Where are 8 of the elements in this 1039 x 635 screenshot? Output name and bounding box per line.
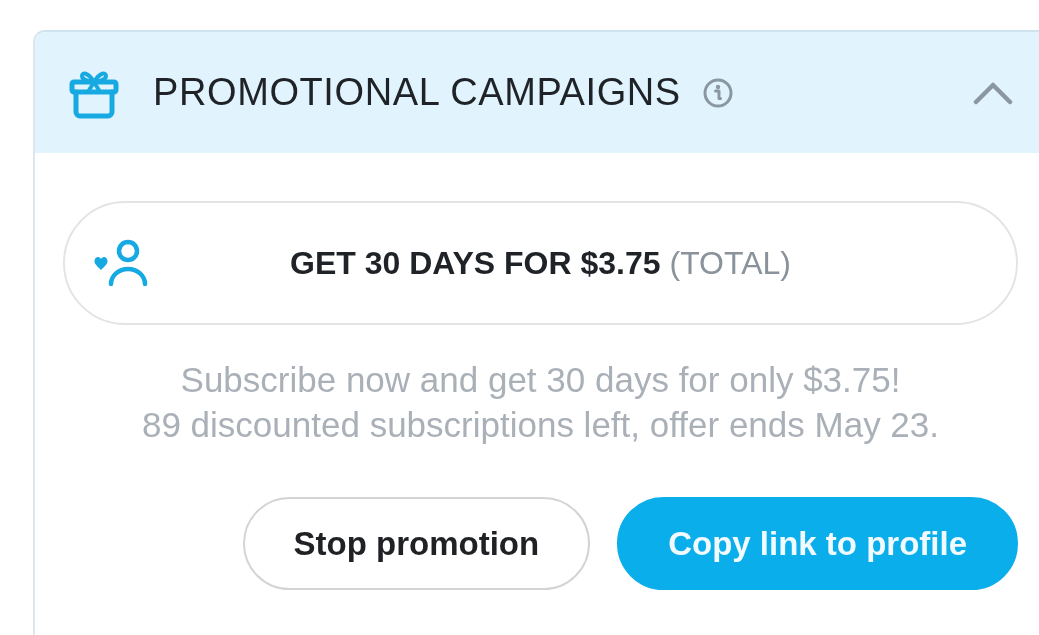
chevron-icon[interactable]	[973, 80, 1013, 105]
offer-description: Subscribe now and get 30 days for only $3.75!	[180, 359, 901, 401]
stop-promotion-button[interactable]: Stop promotion	[242, 497, 591, 590]
info-icon[interactable]	[702, 77, 733, 108]
person-heart-icon	[92, 239, 148, 287]
panel-title: PROMOTIONAL CAMPAIGNS	[153, 71, 681, 114]
offer-title: GET 30 DAYS FOR $3.75 (TOTAL)	[290, 244, 791, 282]
offer-description: 89 discounted subscriptions left, offer ends May 23.	[141, 404, 939, 446]
